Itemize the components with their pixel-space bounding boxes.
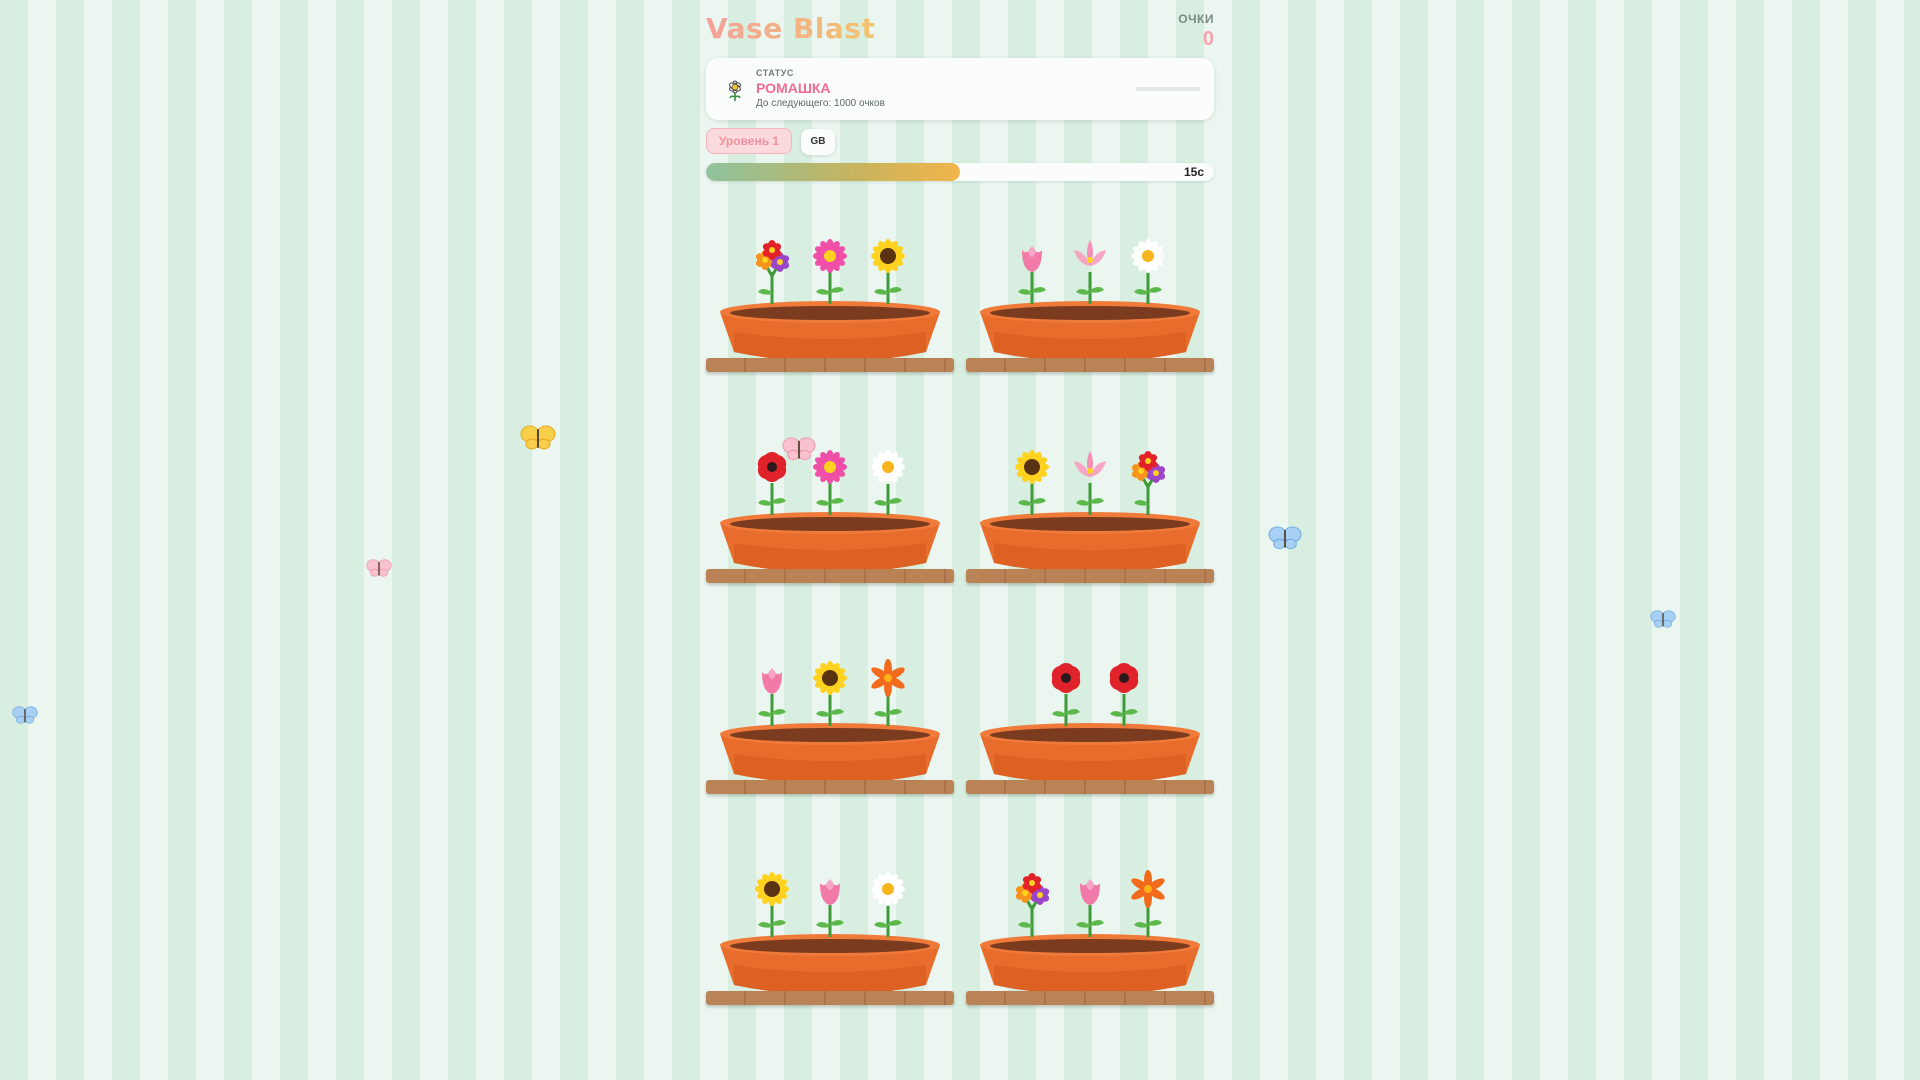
vase[interactable] bbox=[706, 865, 954, 1005]
pink-butterfly-icon bbox=[782, 437, 816, 461]
game-board: Vase Blast ОЧКИ 0 СТАТУС РОМАШКА До след… bbox=[706, 0, 1214, 1080]
white-daisy-icon[interactable] bbox=[864, 443, 912, 517]
bouquet-icon[interactable] bbox=[1008, 865, 1056, 939]
lotus-icon[interactable] bbox=[1066, 232, 1114, 306]
pink-tulip-icon[interactable] bbox=[1066, 865, 1114, 939]
vase[interactable] bbox=[706, 443, 954, 583]
vase[interactable] bbox=[966, 443, 1214, 583]
shelf bbox=[706, 780, 954, 794]
orange-lily-icon[interactable] bbox=[864, 654, 912, 728]
status-card: СТАТУС РОМАШКА До следующего: 1000 очков bbox=[706, 58, 1214, 120]
sunflower-icon[interactable] bbox=[864, 232, 912, 306]
red-poppy-icon[interactable] bbox=[1042, 654, 1090, 728]
orange-lily-icon[interactable] bbox=[1124, 865, 1172, 939]
status-next-threshold: До следующего: 1000 очков bbox=[756, 98, 885, 109]
blue-butterfly-icon bbox=[1268, 526, 1302, 550]
pink-tulip-icon[interactable] bbox=[1008, 232, 1056, 306]
language-button[interactable]: GB bbox=[801, 129, 835, 155]
vase[interactable] bbox=[966, 654, 1214, 794]
pink-daisy-icon[interactable] bbox=[806, 232, 854, 306]
pink-butterfly-icon bbox=[366, 559, 392, 577]
yellow-butterfly-icon bbox=[520, 425, 556, 450]
blue-butterfly-icon bbox=[12, 706, 38, 724]
blue-butterfly-icon bbox=[1650, 610, 1676, 628]
status-rank: РОМАШКА bbox=[756, 80, 831, 96]
bouquet-icon[interactable] bbox=[748, 232, 796, 306]
vase[interactable] bbox=[966, 232, 1214, 372]
shelf bbox=[966, 569, 1214, 583]
shelf bbox=[966, 991, 1214, 1005]
shelf bbox=[706, 991, 954, 1005]
score-value: 0 bbox=[1202, 28, 1214, 50]
sunflower-icon[interactable] bbox=[1008, 443, 1056, 517]
vase[interactable] bbox=[706, 654, 954, 794]
score-label: ОЧКИ bbox=[1178, 12, 1214, 26]
bouquet-icon[interactable] bbox=[1124, 443, 1172, 517]
game-title: Vase Blast bbox=[706, 12, 876, 45]
shelf bbox=[706, 569, 954, 583]
white-daisy-icon[interactable] bbox=[1124, 232, 1172, 306]
shelf bbox=[966, 780, 1214, 794]
shelf bbox=[966, 358, 1214, 372]
lotus-icon[interactable] bbox=[1066, 443, 1114, 517]
red-poppy-icon[interactable] bbox=[1100, 654, 1148, 728]
level-button[interactable]: Уровень 1 bbox=[706, 128, 792, 154]
pink-tulip-icon[interactable] bbox=[748, 654, 796, 728]
timer-fill bbox=[706, 163, 960, 181]
vase[interactable] bbox=[706, 232, 954, 372]
pink-tulip-icon[interactable] bbox=[806, 865, 854, 939]
shelf bbox=[706, 358, 954, 372]
daisy-icon bbox=[729, 80, 741, 101]
timer-bar: 15с bbox=[706, 163, 1214, 181]
sunflower-icon[interactable] bbox=[806, 654, 854, 728]
vase[interactable] bbox=[966, 865, 1214, 1005]
status-label: СТАТУС bbox=[756, 68, 794, 78]
sunflower-icon[interactable] bbox=[748, 865, 796, 939]
timer-text: 15с bbox=[1183, 165, 1204, 179]
status-progress-bar bbox=[1136, 87, 1200, 91]
white-daisy-icon[interactable] bbox=[864, 865, 912, 939]
